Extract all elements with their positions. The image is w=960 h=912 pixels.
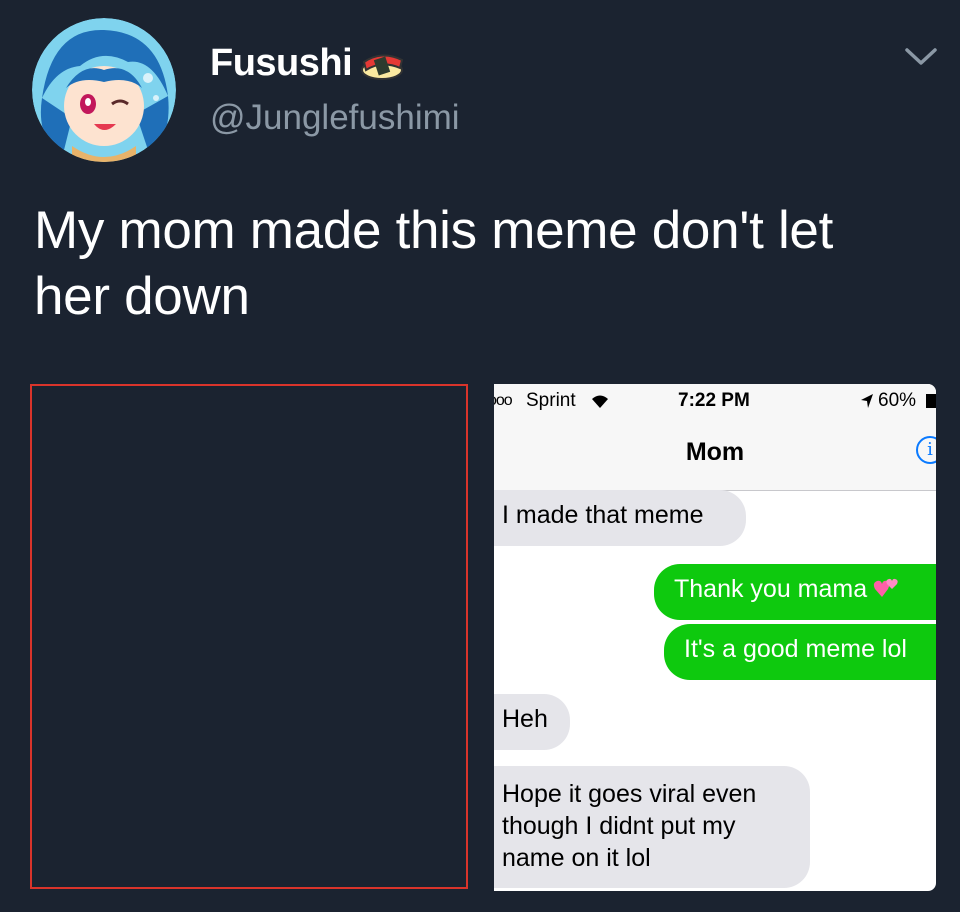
tweet-text: My mom made this meme don't let her down [34, 201, 834, 326]
anime-avatar-icon [32, 18, 176, 162]
phone-status-bar: ooo Sprint 7:22 PM 60% [494, 384, 936, 418]
tweet-card: Fusushi @Junglefushimi My mom made this … [0, 0, 960, 912]
two-hearts-icon [873, 575, 899, 597]
battery-icon [926, 394, 936, 408]
status-time: 7:22 PM [678, 390, 750, 411]
info-icon[interactable]: i [916, 436, 936, 464]
contact-name[interactable]: Mom [494, 438, 936, 467]
message-outgoing: It's a good meme lol [664, 624, 936, 680]
avatar[interactable] [32, 18, 176, 162]
message-text: Thank you mama [674, 575, 868, 603]
wifi-icon [590, 393, 610, 409]
message-outgoing: Thank you mama [654, 564, 936, 620]
author-handle[interactable]: @Junglefushimi [210, 98, 460, 138]
carrier-label: Sprint [526, 390, 576, 411]
message-incoming: Heh [494, 694, 570, 750]
signal-indicator: ooo [494, 392, 513, 409]
battery-percent: 60% [878, 390, 917, 411]
author-name[interactable]: Fusushi [210, 42, 353, 85]
location-arrow-icon [860, 393, 874, 409]
sushi-emoji-icon [358, 46, 408, 82]
message-incoming: Hope it goes viral even though I didnt p… [494, 766, 810, 888]
chevron-down-icon[interactable] [904, 46, 938, 68]
media-image-left[interactable] [30, 384, 468, 889]
media-image-right[interactable]: ooo Sprint 7:22 PM 60% Mom i I made that… [494, 384, 936, 891]
message-incoming: I made that meme [494, 490, 746, 546]
conversation-header: Mom i [494, 418, 936, 491]
